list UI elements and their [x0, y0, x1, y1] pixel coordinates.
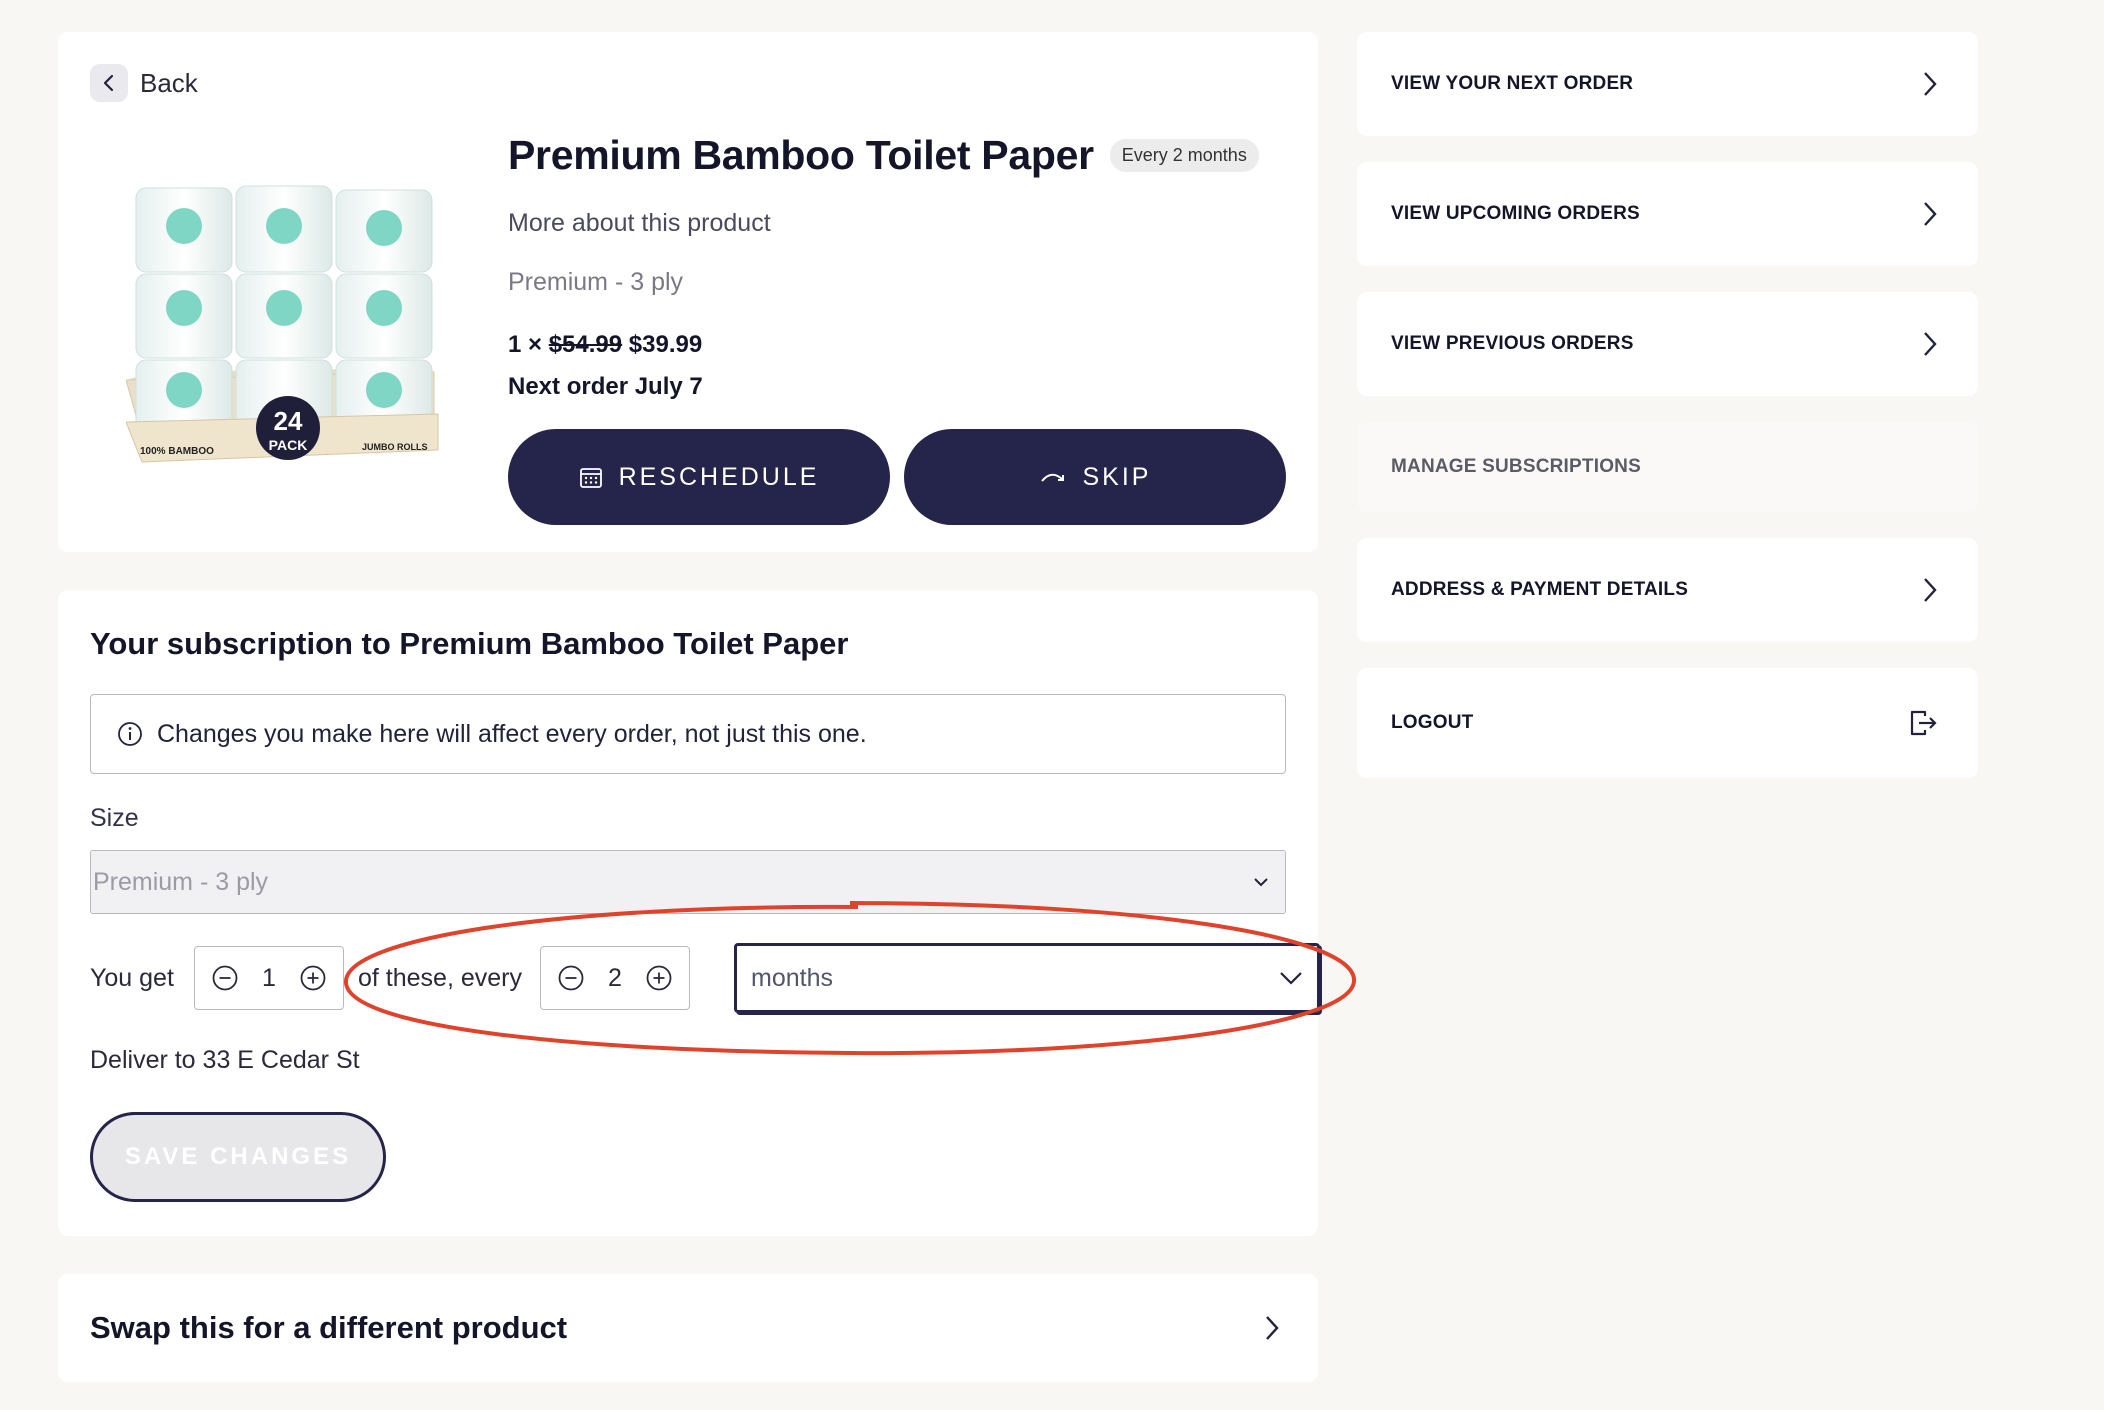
swap-product-card[interactable]: Swap this for a different product: [58, 1274, 1318, 1382]
product-card: Back 24 PACK 100% BAMBOO JUMBO ROLLS Pre…: [58, 32, 1318, 552]
interval-unit-value: months: [751, 963, 833, 992]
product-title-row: Premium Bamboo Toilet Paper Every 2 mont…: [508, 132, 1298, 179]
chevron-down-icon: [1253, 877, 1269, 887]
interval-value: 2: [608, 963, 622, 992]
nav-manage-subscriptions: MANAGE SUBSCRIPTIONS: [1357, 422, 1978, 512]
chevron-right-icon: [1922, 330, 1938, 358]
you-get-label: You get: [90, 964, 174, 992]
logout-icon: [1908, 708, 1938, 738]
back-label: Back: [140, 67, 198, 98]
quantity-stepper: 1: [194, 946, 344, 1010]
product-title: Premium Bamboo Toilet Paper: [508, 132, 1094, 178]
frequency-badge: Every 2 months: [1109, 139, 1259, 172]
save-changes-button[interactable]: SAVE CHANGES: [90, 1112, 386, 1202]
nav-label: VIEW YOUR NEXT ORDER: [1391, 73, 1634, 94]
nav-view-upcoming-orders[interactable]: VIEW UPCOMING ORDERS: [1357, 162, 1978, 266]
nav-view-next-order[interactable]: VIEW YOUR NEXT ORDER: [1357, 32, 1978, 136]
tray-left-text: 100% BAMBOO: [140, 446, 214, 457]
action-row: RESCHEDULE SKIP: [508, 429, 1298, 525]
notice-text: Changes you make here will affect every …: [157, 719, 867, 748]
interval-unit-select[interactable]: months: [734, 943, 1320, 1013]
quantity-value: 1: [262, 963, 276, 992]
chevron-right-icon: [1922, 70, 1938, 98]
chevron-right-icon: [1922, 576, 1938, 604]
changes-notice: Changes you make here will affect every …: [90, 694, 1286, 774]
size-select[interactable]: Premium - 3 ply: [90, 850, 1286, 914]
frequency-row: You get 1 of these, every 2 months: [90, 943, 1320, 1013]
skip-arrow-icon: [1039, 467, 1067, 487]
next-order-date: Next order July 7: [508, 373, 703, 400]
quantity-prefix: 1 ×: [508, 331, 543, 358]
tray-right-text: JUMBO ROLLS: [362, 442, 428, 452]
product-image: 24 PACK 100% BAMBOO JUMBO ROLLS: [126, 185, 439, 463]
size-select-value: Premium - 3 ply: [93, 867, 269, 896]
pack-count: 24: [274, 406, 303, 436]
nav-label: LOGOUT: [1391, 712, 1474, 733]
nav-view-previous-orders[interactable]: VIEW PREVIOUS ORDERS: [1357, 292, 1978, 396]
nav-label: MANAGE SUBSCRIPTIONS: [1391, 456, 1641, 477]
size-label: Size: [90, 804, 139, 832]
skip-label: SKIP: [1082, 462, 1152, 491]
nav-label: VIEW PREVIOUS ORDERS: [1391, 333, 1634, 354]
minus-circle-icon[interactable]: [557, 964, 585, 992]
deliver-address: Deliver to 33 E Cedar St: [90, 1046, 360, 1074]
nav-address-payment[interactable]: ADDRESS & PAYMENT DETAILS: [1357, 538, 1978, 642]
old-price: $54.99: [548, 331, 623, 358]
skip-button[interactable]: SKIP: [904, 429, 1286, 525]
chevron-down-icon: [1279, 971, 1303, 985]
nav-logout[interactable]: LOGOUT: [1357, 668, 1978, 778]
interval-stepper: 2: [540, 946, 690, 1010]
swap-product-label: Swap this for a different product: [90, 1310, 568, 1345]
plus-circle-icon[interactable]: [645, 964, 673, 992]
more-about-product-link[interactable]: More about this product: [508, 209, 1298, 238]
subscription-card: Your subscription to Premium Bamboo Toil…: [58, 590, 1320, 1236]
product-variant: Premium - 3 ply: [508, 268, 684, 296]
plus-circle-icon[interactable]: [299, 964, 327, 992]
current-price: $39.99: [628, 331, 703, 358]
minus-circle-icon[interactable]: [211, 964, 239, 992]
subscription-title: Your subscription to Premium Bamboo Toil…: [90, 626, 849, 661]
calendar-icon: [579, 465, 603, 489]
nav-label: VIEW UPCOMING ORDERS: [1391, 203, 1640, 224]
of-these-every-label: of these, every: [358, 964, 522, 992]
chevron-left-icon: [90, 64, 128, 102]
price-line: 1 × $54.99 $39.99: [508, 331, 1298, 359]
nav-label: ADDRESS & PAYMENT DETAILS: [1391, 579, 1689, 600]
reschedule-label: RESCHEDULE: [618, 462, 820, 491]
back-button[interactable]: Back: [90, 64, 198, 102]
reschedule-button[interactable]: RESCHEDULE: [508, 429, 890, 525]
chevron-right-icon: [1922, 200, 1938, 228]
product-info: Premium Bamboo Toilet Paper Every 2 mont…: [508, 132, 1298, 525]
pack-label: PACK: [269, 437, 308, 453]
chevron-right-icon: [1264, 1314, 1280, 1342]
info-icon: [117, 721, 143, 747]
